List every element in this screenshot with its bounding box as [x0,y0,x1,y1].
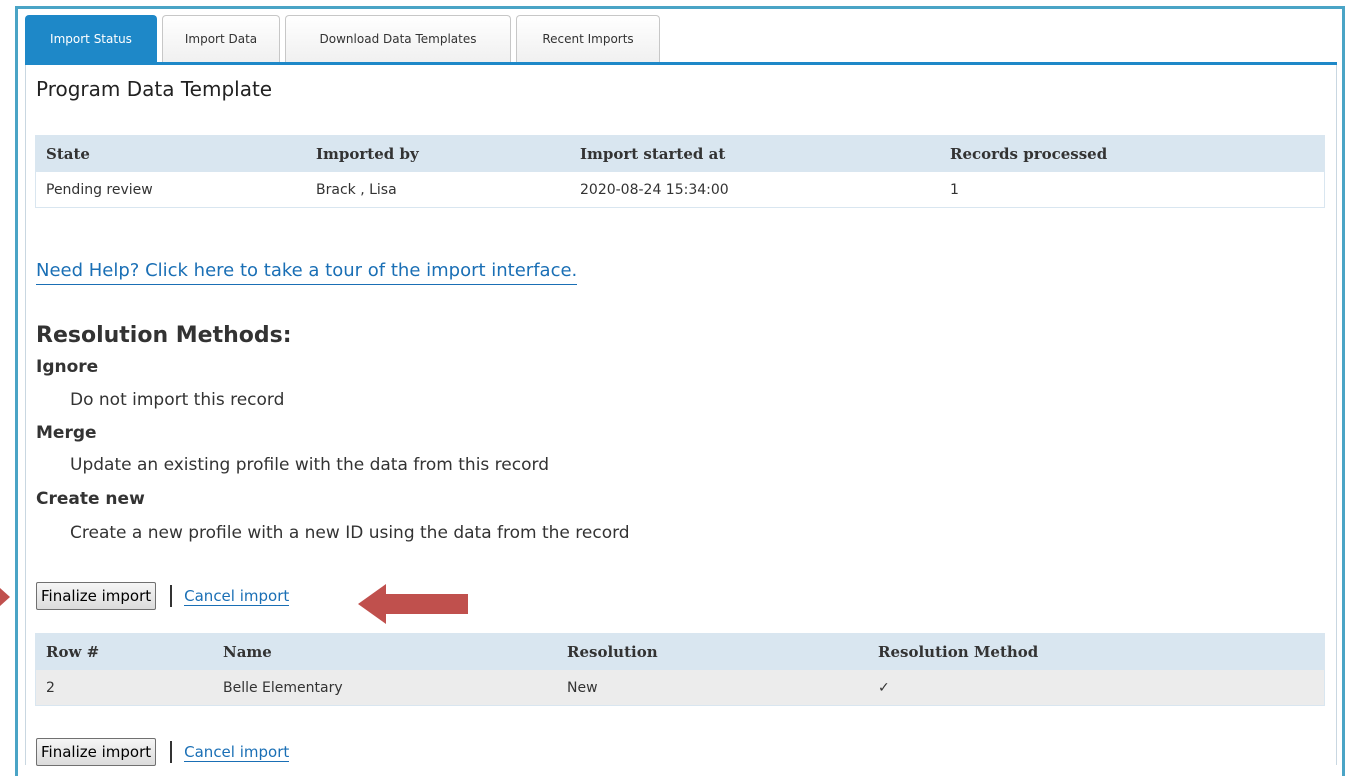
method-name-create-new: Create new [36,489,145,509]
column-header-name: Name [213,633,557,670]
table-header-row: State Imported by Import started at Reco… [35,135,1325,172]
finalize-import-button[interactable]: Finalize import [36,738,157,766]
method-desc-ignore: Do not import this record [70,390,285,410]
help-tour-link[interactable]: Need Help? Click here to take a tour of … [36,260,578,285]
tab-import-data[interactable]: Import Data [162,15,280,62]
action-row-top: Finalize import Cancel import [36,582,290,610]
separator [170,585,173,607]
table-row: Pending review Brack , Lisa 2020-08-24 1… [35,172,1325,208]
separator [170,741,173,763]
column-header-import-started-at: Import started at [570,135,940,172]
tab-import-status[interactable]: Import Status [25,15,157,62]
row-number-cell: 2 [35,670,213,706]
method-desc-create-new: Create a new profile with a new ID using… [70,523,630,543]
name-cell: Belle Elementary [213,670,557,706]
resolution-cell: New [557,670,868,706]
method-name-merge: Merge [36,423,97,443]
table-row: 2 Belle Elementary New ✓ [35,670,1325,706]
resolution-methods-heading: Resolution Methods: [36,323,292,348]
callout-arrow-icon [358,584,468,624]
tab-bar: Import Status Import Data Download Data … [25,15,660,63]
column-header-resolution-method: Resolution Method [868,633,1325,670]
import-results-table: Row # Name Resolution Resolution Method … [35,633,1325,706]
tab-download-data-templates[interactable]: Download Data Templates [285,15,511,62]
method-name-ignore: Ignore [36,357,99,377]
column-header-state: State [35,135,306,172]
import-status-panel: Program Data Template State Imported by … [25,65,1337,766]
column-header-imported-by: Imported by [306,135,570,172]
state-cell: Pending review [35,172,306,208]
records-processed-cell: 1 [940,172,1325,208]
cancel-import-link[interactable]: Cancel import [184,743,290,762]
action-row-bottom: Finalize import Cancel import [36,738,290,766]
column-header-records-processed: Records processed [940,135,1325,172]
import-status-table: State Imported by Import started at Reco… [35,135,1325,208]
table-header-row: Row # Name Resolution Resolution Method [35,633,1325,670]
finalize-import-button[interactable]: Finalize import [36,582,157,610]
column-header-row-number: Row # [35,633,213,670]
resolution-method-checkmark-icon[interactable]: ✓ [868,670,1325,706]
tab-recent-imports[interactable]: Recent Imports [516,15,660,62]
callout-arrow-tip [0,588,10,606]
import-started-at-cell: 2020-08-24 15:34:00 [570,172,940,208]
page-title: Program Data Template [36,77,273,101]
column-header-resolution: Resolution [557,633,868,670]
cancel-import-link[interactable]: Cancel import [184,587,290,606]
imported-by-cell: Brack , Lisa [306,172,570,208]
method-desc-merge: Update an existing profile with the data… [70,455,549,475]
